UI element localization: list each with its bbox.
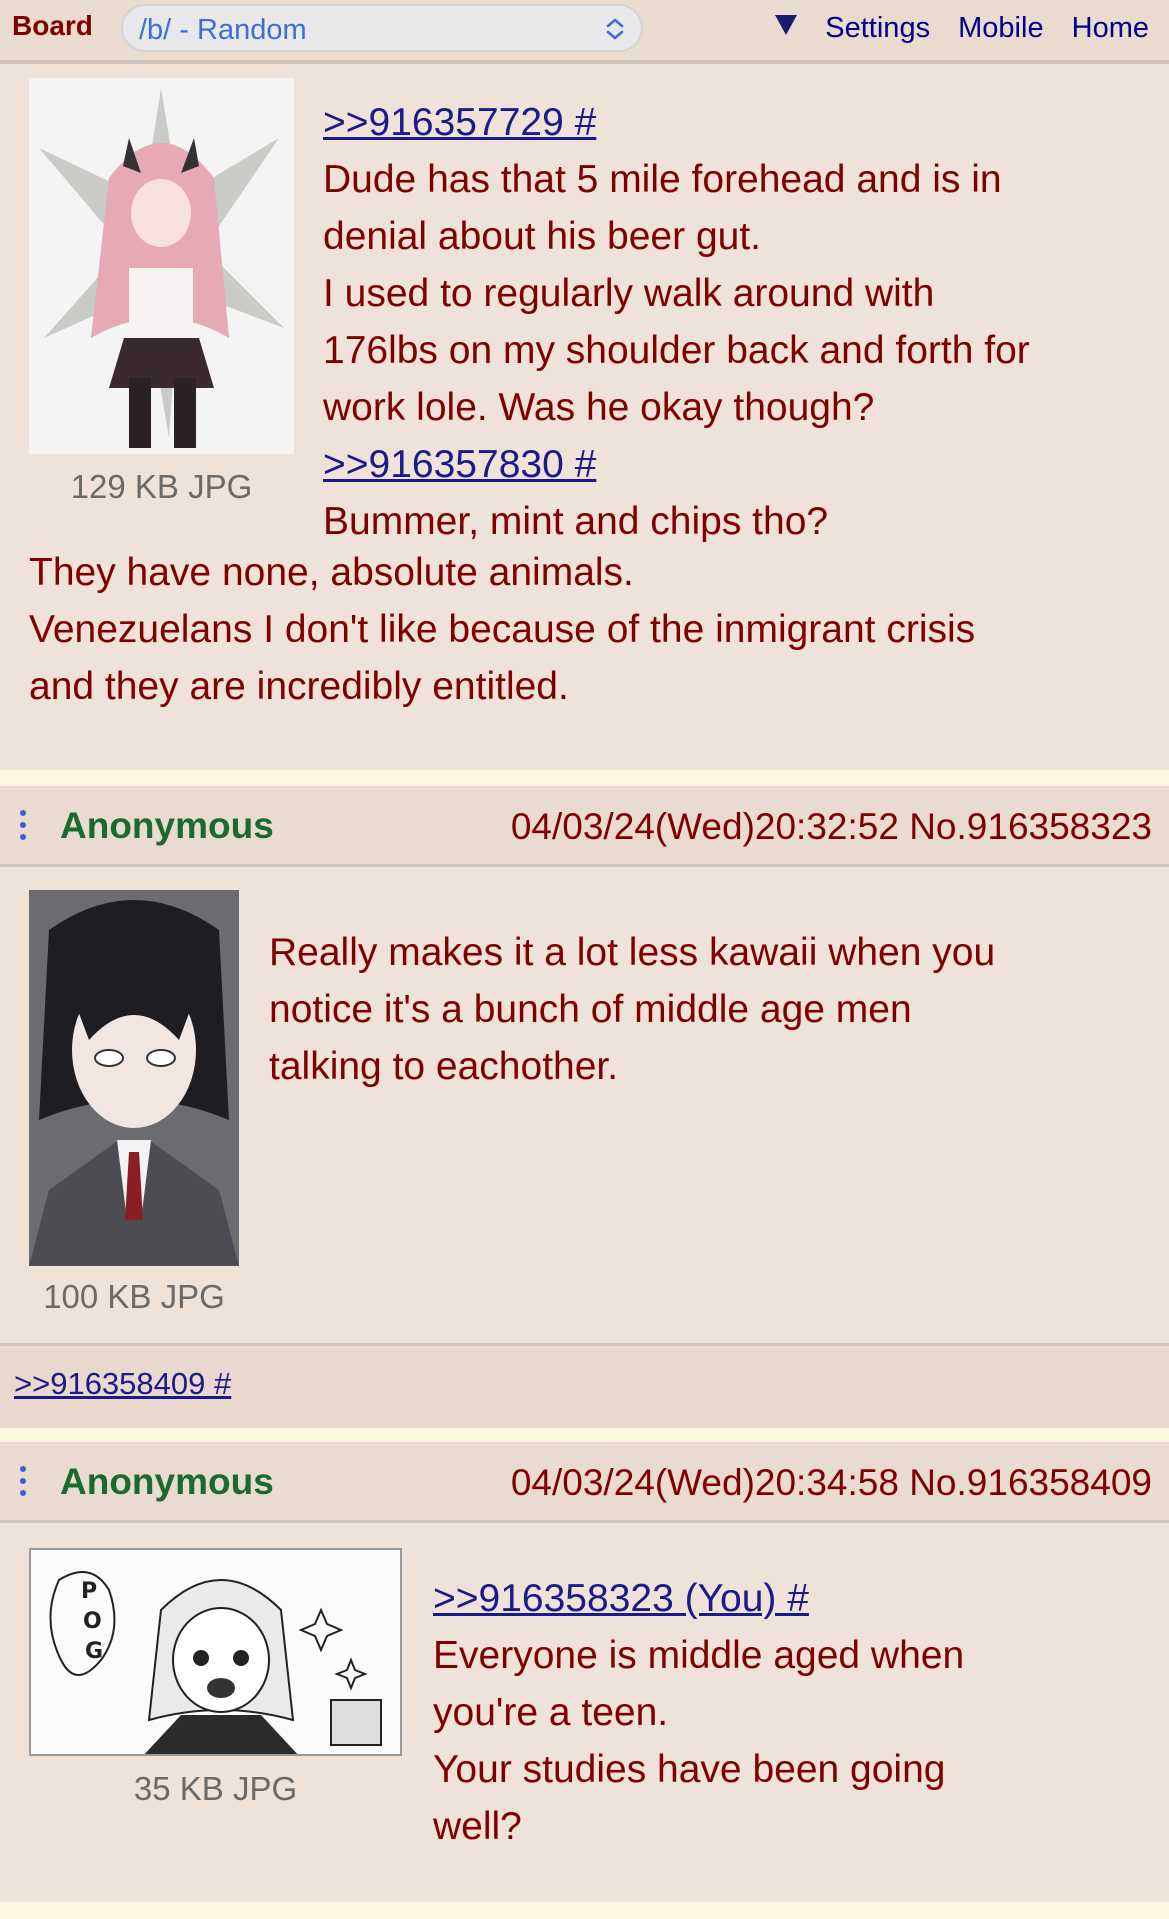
post-backlinks: >>916358409 # bbox=[0, 1343, 1169, 1428]
nav-settings-link[interactable]: Settings bbox=[825, 12, 930, 44]
post-separator bbox=[0, 770, 1169, 786]
post-thumbnail[interactable] bbox=[29, 78, 294, 454]
post-header: Anonymous 04/03/24(Wed)20:34:58 No.91635… bbox=[0, 1442, 1169, 1523]
backlink[interactable]: >>916358409 # bbox=[14, 1366, 231, 1402]
quote-link[interactable]: >>916357729 # bbox=[323, 101, 596, 144]
post-body: Really makes it a lot less kawaii when y… bbox=[269, 924, 1149, 1095]
nav-home-link[interactable]: Home bbox=[1072, 12, 1149, 44]
post-meta[interactable]: 04/03/24(Wed)20:32:52 No.916358323 bbox=[511, 806, 1152, 848]
post-body: >>916357729 # Dude has that 5 mile foreh… bbox=[323, 94, 1153, 550]
post-separator bbox=[0, 1428, 1169, 1442]
post-text-line: notice it's a bunch of middle age men bbox=[269, 988, 912, 1031]
post-body-wrapped: They have none, absolute animals. Venezu… bbox=[29, 544, 1159, 715]
post-thumbnail[interactable]: P O G bbox=[29, 1548, 402, 1756]
board-label: Board bbox=[12, 10, 93, 41]
file-info[interactable]: 35 KB JPG bbox=[29, 1770, 402, 1808]
board-select[interactable]: /b/ - Random bbox=[121, 4, 643, 52]
post-text-line: They have none, absolute animals. bbox=[29, 551, 634, 594]
post: 129 KB JPG >>916357729 # Dude has that 5… bbox=[0, 64, 1169, 770]
anime-dark-hair-thumbnail-icon bbox=[29, 890, 239, 1266]
nav-mobile-link[interactable]: Mobile bbox=[958, 12, 1043, 44]
pog-letter: G bbox=[85, 1639, 103, 1664]
post-text-line: Dude has that 5 mile forehead and is in bbox=[323, 158, 1002, 201]
post-text-line: and they are incredibly entitled. bbox=[29, 665, 569, 708]
post-text-line: Everyone is middle aged when bbox=[433, 1634, 965, 1677]
post-text-line: 176lbs on my shoulder back and forth for bbox=[323, 329, 1030, 372]
post-text-line: well? bbox=[433, 1805, 522, 1848]
post-menu-icon[interactable] bbox=[20, 1466, 28, 1500]
post-text-line: work lole. Was he okay though? bbox=[323, 386, 875, 429]
pog-letter: O bbox=[83, 1609, 102, 1634]
post: Anonymous 04/03/24(Wed)20:32:52 No.91635… bbox=[0, 786, 1169, 1428]
pog-letter: P bbox=[81, 1579, 97, 1604]
poster-name: Anonymous bbox=[60, 1461, 274, 1502]
chevron-updown-icon bbox=[606, 18, 624, 40]
quote-link[interactable]: >>916357830 # bbox=[323, 443, 596, 486]
post-text-line: you're a teen. bbox=[433, 1691, 669, 1734]
post-text-line: I used to regularly walk around with bbox=[323, 272, 935, 315]
dropdown-arrow-icon[interactable] bbox=[775, 15, 798, 35]
post: Anonymous 04/03/24(Wed)20:34:58 No.91635… bbox=[0, 1442, 1169, 1902]
post-text-line: talking to eachother. bbox=[269, 1045, 619, 1088]
post-header: Anonymous 04/03/24(Wed)20:32:52 No.91635… bbox=[0, 786, 1169, 867]
top-nav-links: Settings Mobile Home bbox=[755, 12, 1149, 45]
post-thumbnail[interactable] bbox=[29, 890, 239, 1266]
top-navigation-bar: Board /b/ - Random Settings Mobile Home bbox=[0, 0, 1169, 64]
post-separator bbox=[0, 1902, 1169, 1919]
post-body: >>916358323 (You) # Everyone is middle a… bbox=[433, 1570, 1153, 1855]
post-text-line: Really makes it a lot less kawaii when y… bbox=[269, 931, 996, 974]
post-text-line: Venezuelans I don't like because of the … bbox=[29, 608, 976, 651]
manga-pog-thumbnail-icon: P O G bbox=[31, 1550, 400, 1754]
post-text-line: Bummer, mint and chips tho? bbox=[323, 500, 829, 543]
anime-pink-hair-thumbnail-icon bbox=[39, 88, 284, 448]
board-select-value: /b/ - Random bbox=[139, 14, 307, 46]
file-info[interactable]: 129 KB JPG bbox=[29, 468, 294, 506]
poster-name: Anonymous bbox=[60, 805, 274, 846]
post-meta[interactable]: 04/03/24(Wed)20:34:58 No.916358409 bbox=[511, 1462, 1152, 1504]
post-menu-icon[interactable] bbox=[20, 810, 28, 844]
quote-link[interactable]: >>916358323 (You) # bbox=[433, 1577, 809, 1620]
post-text-line: Your studies have been going bbox=[433, 1748, 946, 1791]
file-info[interactable]: 100 KB JPG bbox=[29, 1278, 239, 1316]
post-text-line: denial about his beer gut. bbox=[323, 215, 761, 258]
